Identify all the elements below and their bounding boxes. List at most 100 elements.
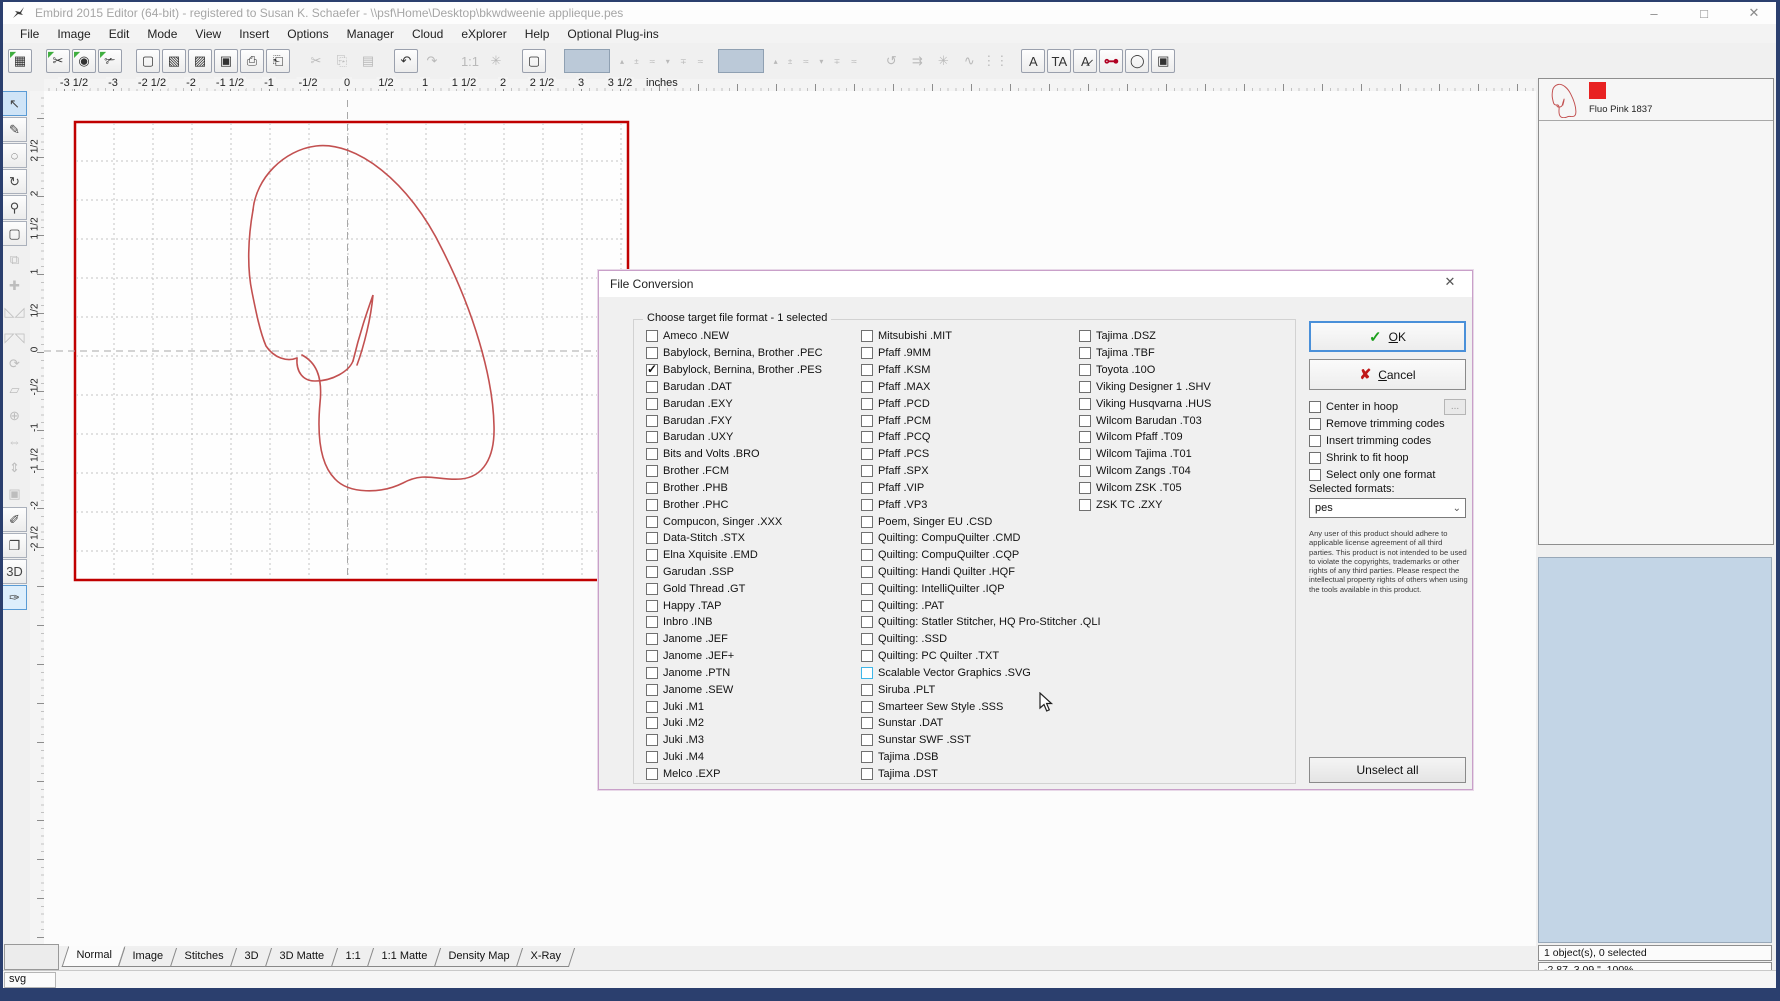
format-option[interactable]: Wilcom Barudan .T03: [1079, 412, 1289, 429]
format-option[interactable]: Quilting: .PAT: [861, 597, 1071, 614]
option-center-in-hoop[interactable]: Center in hoop: [1309, 399, 1398, 415]
format-checkbox[interactable]: [861, 751, 873, 763]
format-checkbox[interactable]: [646, 768, 658, 780]
format-option[interactable]: Sunstar .DAT: [861, 715, 1071, 732]
ok-button[interactable]: ✓ OK: [1309, 321, 1466, 352]
format-checkbox[interactable]: [1079, 347, 1091, 359]
format-option[interactable]: Juki .M1: [646, 698, 851, 715]
hoop-options-button[interactable]: ...: [1444, 399, 1466, 415]
menu-mode[interactable]: Mode: [138, 25, 186, 43]
format-option[interactable]: Janome .JEF: [646, 631, 851, 648]
format-option[interactable]: ZSK TC .ZXY: [1079, 496, 1289, 513]
format-checkbox[interactable]: [861, 448, 873, 460]
format-checkbox[interactable]: [861, 701, 873, 713]
format-option[interactable]: Barudan .EXY: [646, 395, 851, 412]
format-checkbox[interactable]: [646, 364, 658, 376]
undo-icon[interactable]: ↶: [394, 49, 418, 73]
format-checkbox[interactable]: [861, 364, 873, 376]
format-option[interactable]: Pfaff .PCS: [861, 446, 1071, 463]
rotate-tool-icon[interactable]: ↻: [2, 169, 27, 194]
format-option[interactable]: Wilcom ZSK .T05: [1079, 479, 1289, 496]
format-checkbox[interactable]: [861, 465, 873, 477]
sew-simulator-tool-icon[interactable]: ✑: [2, 585, 27, 610]
format-option[interactable]: Brother .PHB: [646, 479, 851, 496]
tab-density-map[interactable]: Density Map: [434, 948, 523, 967]
format-checkbox[interactable]: [861, 499, 873, 511]
format-checkbox[interactable]: [861, 549, 873, 561]
selected-formats-dropdown[interactable]: pes ⌄: [1309, 498, 1466, 518]
new-file-icon[interactable]: ▢: [136, 49, 160, 73]
save-file-icon[interactable]: ▣: [214, 49, 238, 73]
format-checkbox[interactable]: [646, 701, 658, 713]
format-checkbox[interactable]: [861, 532, 873, 544]
option-checkbox[interactable]: [1309, 401, 1321, 413]
format-option[interactable]: Tajima .DSZ: [1079, 328, 1289, 345]
format-option[interactable]: Quilting: Handi Quilter .HQF: [861, 564, 1071, 581]
format-option[interactable]: Brother .PHC: [646, 496, 851, 513]
format-option[interactable]: Janome .SEW: [646, 681, 851, 698]
format-option[interactable]: Wilcom Pfaff .T09: [1079, 429, 1289, 446]
format-checkbox[interactable]: [861, 330, 873, 342]
format-option[interactable]: Pfaff .9MM: [861, 345, 1071, 362]
format-option[interactable]: Bits and Volts .BRO: [646, 446, 851, 463]
format-option[interactable]: Juki .M2: [646, 715, 851, 732]
format-checkbox[interactable]: [1079, 398, 1091, 410]
format-option[interactable]: Quilting: IntelliQuilter .IQP: [861, 580, 1071, 597]
open-file-icon[interactable]: ▧: [162, 49, 186, 73]
format-checkbox[interactable]: [861, 734, 873, 746]
menu-explorer[interactable]: eXplorer: [452, 25, 515, 43]
format-option[interactable]: Mitsubishi .MIT: [861, 328, 1071, 345]
format-option[interactable]: Melco .EXP: [646, 766, 851, 783]
format-checkbox[interactable]: [646, 667, 658, 679]
format-option[interactable]: Barudan .UXY: [646, 429, 851, 446]
menu-insert[interactable]: Insert: [230, 25, 278, 43]
format-option[interactable]: Tajima .DSB: [861, 749, 1071, 766]
dialog-close-icon[interactable]: ✕: [1436, 274, 1464, 294]
format-checkbox[interactable]: [1079, 364, 1091, 376]
format-checkbox[interactable]: [646, 566, 658, 578]
format-checkbox[interactable]: [646, 347, 658, 359]
format-checkbox[interactable]: [1079, 499, 1091, 511]
format-option[interactable]: Brother .FCM: [646, 463, 851, 480]
format-option[interactable]: Happy .TAP: [646, 597, 851, 614]
format-checkbox[interactable]: [646, 633, 658, 645]
format-option[interactable]: Quilting: Statler Stitcher, HQ Pro-Stitc…: [861, 614, 1071, 631]
format-checkbox[interactable]: [646, 415, 658, 427]
menu-optional-plug-ins[interactable]: Optional Plug-ins: [558, 25, 667, 43]
format-option[interactable]: Barudan .DAT: [646, 378, 851, 395]
format-option[interactable]: Toyota .10O: [1079, 362, 1289, 379]
tab-x-ray[interactable]: X-Ray: [516, 948, 575, 967]
option-insert-trimming-codes[interactable]: Insert trimming codes: [1309, 433, 1431, 449]
format-checkbox[interactable]: [1079, 465, 1091, 477]
format-checkbox[interactable]: [861, 717, 873, 729]
format-option[interactable]: Viking Designer 1 .SHV: [1079, 378, 1289, 395]
format-checkbox[interactable]: [646, 465, 658, 477]
format-option[interactable]: Compucon, Singer .XXX: [646, 513, 851, 530]
format-checkbox[interactable]: [646, 650, 658, 662]
format-checkbox[interactable]: [646, 448, 658, 460]
format-checkbox[interactable]: [646, 499, 658, 511]
option-checkbox[interactable]: [1309, 469, 1321, 481]
format-checkbox[interactable]: [646, 616, 658, 628]
menu-cloud[interactable]: Cloud: [403, 25, 452, 43]
node-edit-tool-icon[interactable]: ✎: [2, 117, 27, 142]
select-tool-icon[interactable]: ↖: [2, 91, 27, 116]
format-checkbox[interactable]: [861, 566, 873, 578]
option-checkbox[interactable]: [1309, 452, 1321, 464]
format-checkbox[interactable]: [861, 650, 873, 662]
close-button[interactable]: ✕: [1742, 5, 1766, 21]
format-checkbox[interactable]: [861, 415, 873, 427]
format-option[interactable]: Sunstar SWF .SST: [861, 732, 1071, 749]
format-checkbox[interactable]: [1079, 431, 1091, 443]
format-checkbox[interactable]: [861, 600, 873, 612]
format-option[interactable]: Pfaff .PCM: [861, 412, 1071, 429]
option-checkbox[interactable]: [1309, 435, 1321, 447]
format-option[interactable]: Juki .M4: [646, 749, 851, 766]
format-option[interactable]: Garudan .SSP: [646, 564, 851, 581]
option-checkbox[interactable]: [1309, 418, 1321, 430]
format-checkbox[interactable]: [646, 717, 658, 729]
format-checkbox[interactable]: [646, 431, 658, 443]
format-option[interactable]: Pfaff .VP3: [861, 496, 1071, 513]
format-checkbox[interactable]: [1079, 381, 1091, 393]
format-checkbox[interactable]: [646, 330, 658, 342]
